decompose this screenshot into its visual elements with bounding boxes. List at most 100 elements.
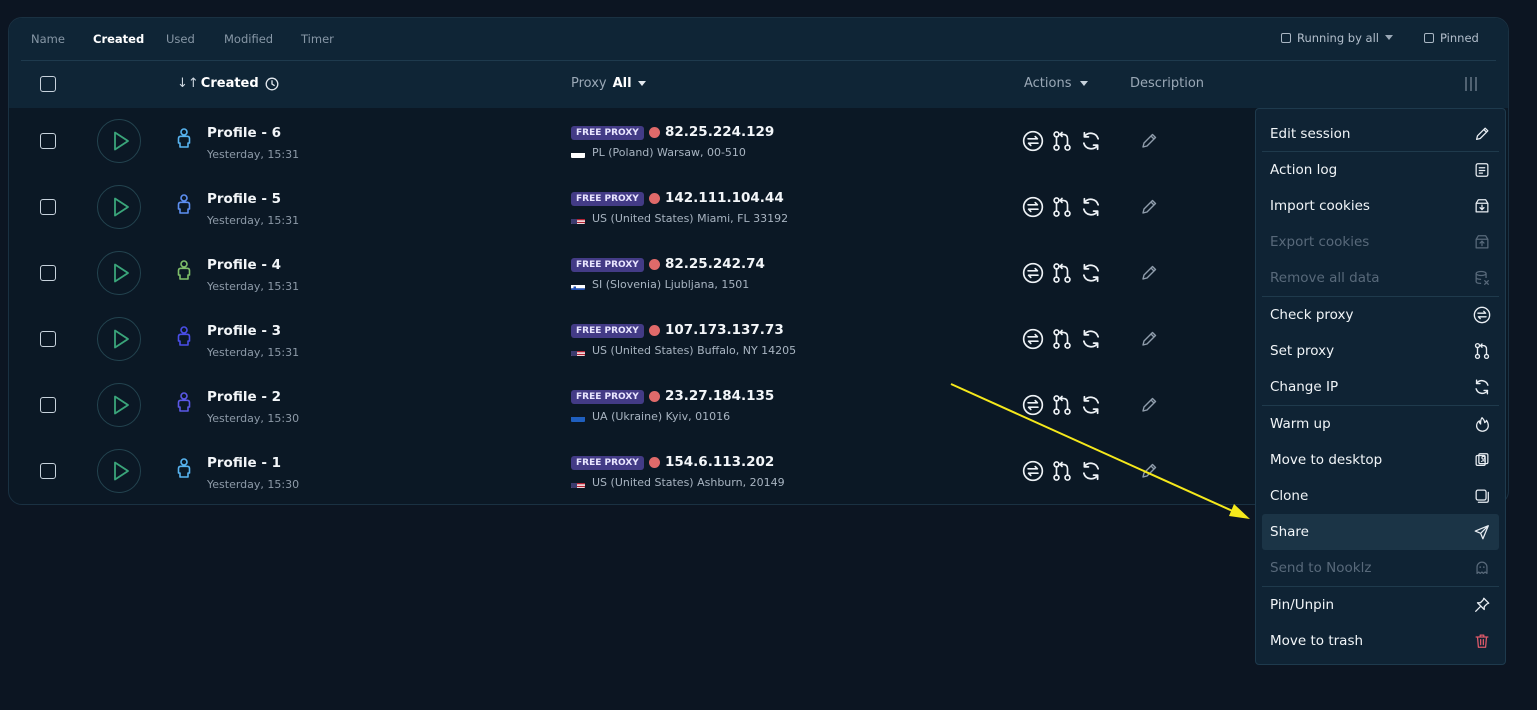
- menu-item-label: Export cookies: [1270, 234, 1370, 250]
- profile-name[interactable]: Profile - 5: [207, 191, 281, 207]
- menu-item-edit-session[interactable]: Edit session: [1262, 116, 1499, 152]
- profile-name[interactable]: Profile - 4: [207, 257, 281, 273]
- context-menu: Edit session Action log Import cookies Expo…: [1255, 108, 1506, 665]
- menu-item-label: Check proxy: [1270, 307, 1354, 323]
- refresh-icon: [1082, 461, 1100, 481]
- set-proxy-button[interactable]: [1051, 196, 1073, 222]
- free-proxy-badge: FREE PROXY: [571, 192, 644, 206]
- proxy-ip: 82.25.242.74: [665, 256, 765, 272]
- swap-icon: [1022, 328, 1044, 350]
- person-icon: [177, 260, 191, 280]
- menu-item-share[interactable]: Share: [1262, 514, 1499, 550]
- menu-item-change-ip[interactable]: Change IP: [1262, 369, 1499, 405]
- tab-modified[interactable]: Modified: [224, 32, 273, 46]
- set-proxy-button[interactable]: [1051, 328, 1073, 354]
- proxy-location: SI (Slovenia) Ljubljana, 1501: [592, 278, 750, 291]
- menu-item-move-to-trash[interactable]: Move to trash: [1262, 623, 1499, 659]
- flag-image: [571, 153, 585, 158]
- check-proxy-button[interactable]: [1022, 460, 1044, 486]
- actions-column-header[interactable]: Actions: [1024, 76, 1088, 91]
- set-proxy-button[interactable]: [1051, 262, 1073, 288]
- running-by-all-filter[interactable]: Running by all: [1281, 31, 1393, 45]
- column-settings-icon[interactable]: [1464, 77, 1478, 91]
- git-branch-icon: [1053, 395, 1071, 415]
- edit-description-button[interactable]: [1139, 461, 1159, 485]
- row-checkbox[interactable]: [40, 199, 56, 215]
- profile-name[interactable]: Profile - 6: [207, 125, 281, 141]
- check-proxy-button[interactable]: [1022, 130, 1044, 156]
- check-proxy-button[interactable]: [1022, 328, 1044, 354]
- menu-item-send-to-nooklz: Send to Nooklz: [1262, 550, 1499, 586]
- play-button[interactable]: [97, 119, 141, 163]
- free-proxy-badge: FREE PROXY: [571, 258, 644, 272]
- row-checkbox[interactable]: [40, 133, 56, 149]
- menu-item-clone[interactable]: Clone: [1262, 478, 1499, 514]
- change-ip-button[interactable]: [1080, 394, 1102, 420]
- change-ip-button[interactable]: [1080, 130, 1102, 156]
- menu-item-import-cookies[interactable]: Import cookies: [1262, 188, 1499, 224]
- menu-item-check-proxy[interactable]: Check proxy: [1262, 297, 1499, 333]
- menu-item-pin-unpin[interactable]: Pin/Unpin: [1262, 587, 1499, 623]
- row-checkbox[interactable]: [40, 397, 56, 413]
- edit-description-button[interactable]: [1139, 197, 1159, 221]
- play-button[interactable]: [97, 383, 141, 427]
- check-proxy-button[interactable]: [1022, 196, 1044, 222]
- tab-used[interactable]: Used: [166, 32, 195, 46]
- menu-item-action-log[interactable]: Action log: [1262, 152, 1499, 188]
- created-column-header[interactable]: ↓↑ Created: [177, 76, 279, 91]
- running-by-all-label: Running by all: [1297, 31, 1379, 45]
- trash-icon: [1475, 634, 1489, 648]
- menu-item-move-to-desktop[interactable]: Move to desktop: [1262, 442, 1499, 478]
- running-by-all-checkbox[interactable]: [1281, 33, 1291, 43]
- profile-name[interactable]: Profile - 2: [207, 389, 281, 405]
- play-button[interactable]: [97, 185, 141, 229]
- pinned-label: Pinned: [1440, 31, 1479, 45]
- pinned-checkbox[interactable]: [1424, 33, 1434, 43]
- profile-name[interactable]: Profile - 3: [207, 323, 281, 339]
- play-button[interactable]: [97, 449, 141, 493]
- flag-image: [571, 285, 585, 290]
- set-proxy-button[interactable]: [1051, 394, 1073, 420]
- proxy-ip: 82.25.224.129: [665, 124, 775, 140]
- row-checkbox[interactable]: [40, 331, 56, 347]
- menu-item-set-proxy[interactable]: Set proxy: [1262, 333, 1499, 369]
- proxy-status-dot: [649, 325, 660, 336]
- set-proxy-button[interactable]: [1051, 130, 1073, 156]
- tab-name[interactable]: Name: [31, 32, 65, 46]
- play-button[interactable]: [97, 317, 141, 361]
- flag-ua-icon: [571, 412, 585, 422]
- sort-arrows-icon: ↓↑: [177, 76, 199, 91]
- pencil-icon: [1142, 463, 1157, 478]
- menu-item-label: Set proxy: [1270, 343, 1335, 359]
- tab-timer[interactable]: Timer: [301, 32, 334, 46]
- change-ip-button[interactable]: [1080, 196, 1102, 222]
- free-proxy-badge: FREE PROXY: [571, 324, 644, 338]
- git-branch-icon: [1053, 197, 1071, 217]
- edit-description-button[interactable]: [1139, 131, 1159, 155]
- check-proxy-button[interactable]: [1022, 262, 1044, 288]
- row-checkbox[interactable]: [40, 265, 56, 281]
- profile-name[interactable]: Profile - 1: [207, 455, 281, 471]
- change-ip-button[interactable]: [1080, 460, 1102, 486]
- edit-description-button[interactable]: [1139, 329, 1159, 353]
- free-proxy-badge: FREE PROXY: [571, 456, 644, 470]
- profile-created-date: Yesterday, 15:30: [207, 412, 300, 425]
- change-ip-button[interactable]: [1080, 262, 1102, 288]
- tab-created[interactable]: Created: [93, 32, 144, 46]
- proxy-column-header[interactable]: Proxy All: [571, 76, 646, 91]
- select-all-checkbox[interactable]: [40, 76, 56, 92]
- row-checkbox[interactable]: [40, 463, 56, 479]
- menu-item-label: Import cookies: [1270, 198, 1370, 214]
- play-button[interactable]: [97, 251, 141, 295]
- check-proxy-button[interactable]: [1022, 394, 1044, 420]
- edit-description-button[interactable]: [1139, 263, 1159, 287]
- pinned-filter[interactable]: Pinned: [1424, 31, 1479, 45]
- proxy-status-dot: [649, 259, 660, 270]
- proxy-location: US (United States) Miami, FL 33192: [592, 212, 789, 225]
- edit-description-button[interactable]: [1139, 395, 1159, 419]
- set-proxy-button[interactable]: [1051, 460, 1073, 486]
- change-ip-button[interactable]: [1080, 328, 1102, 354]
- desktop-icon: [1475, 453, 1489, 467]
- menu-item-warm-up[interactable]: Warm up: [1262, 406, 1499, 442]
- actions-column-label: Actions: [1024, 76, 1072, 91]
